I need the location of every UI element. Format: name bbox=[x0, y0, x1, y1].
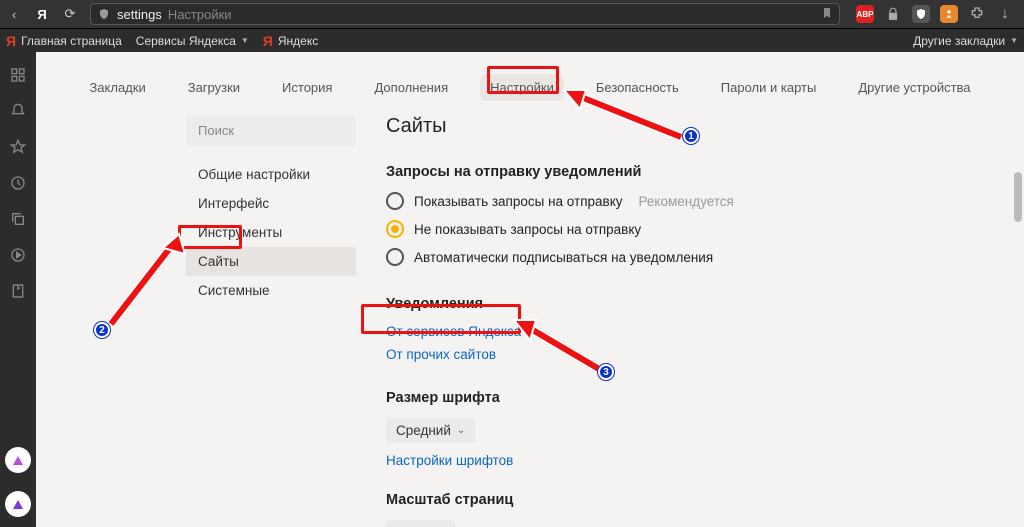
address-bar[interactable]: settings Настройки bbox=[90, 3, 840, 25]
section-notifications: Уведомления bbox=[386, 296, 946, 312]
alice-icon-2[interactable] bbox=[5, 491, 31, 517]
address-prefix: settings bbox=[117, 7, 162, 22]
tab-devices[interactable]: Другие устройства bbox=[848, 74, 980, 101]
tab-settings[interactable]: Настройки bbox=[480, 74, 564, 101]
browser-extensions: ABP ↓ bbox=[846, 5, 1024, 23]
abp-icon[interactable]: ABP bbox=[856, 5, 874, 23]
link-from-yandex[interactable]: От сервисов Яндекса bbox=[386, 324, 946, 339]
section-notif-requests: Запросы на отправку уведомлений bbox=[386, 164, 946, 180]
settings-tabs: Закладки Загрузки История Дополнения Нас… bbox=[36, 52, 1024, 115]
bookmark-home[interactable]: Я Главная страница bbox=[6, 33, 122, 49]
yandex-logo-button[interactable]: Я bbox=[28, 0, 56, 28]
radio-show-requests[interactable]: Показывать запросы на отправку Рекоменду… bbox=[386, 192, 946, 210]
bookmark-icon[interactable] bbox=[821, 6, 833, 23]
annotation-badge-1: 1 bbox=[683, 128, 699, 144]
page-title: Сайты bbox=[386, 115, 946, 138]
play-icon[interactable] bbox=[9, 246, 27, 264]
yandex-y-icon: Я bbox=[263, 33, 273, 49]
address-suffix: Настройки bbox=[168, 7, 232, 22]
radio-auto-subscribe[interactable]: Автоматически подписываться на уведомлен… bbox=[386, 248, 946, 266]
tab-addons[interactable]: Дополнения bbox=[364, 74, 458, 101]
tab-downloads[interactable]: Загрузки bbox=[178, 74, 250, 101]
annotation-badge-3: 3 bbox=[598, 364, 614, 380]
tab-security[interactable]: Безопасность bbox=[586, 74, 689, 101]
bookmark-services[interactable]: Сервисы Яндекса ▼ bbox=[136, 34, 249, 48]
bookmark-bar: Я Главная страница Сервисы Яндекса ▼ Я Я… bbox=[0, 28, 1024, 52]
reload-button[interactable]: ⟳ bbox=[56, 0, 84, 28]
sidebar-item-interface[interactable]: Интерфейс bbox=[186, 189, 356, 218]
chevron-down-icon: ▼ bbox=[241, 36, 249, 45]
sidebar-item-general[interactable]: Общие настройки bbox=[186, 160, 356, 189]
download-icon[interactable]: ↓ bbox=[996, 5, 1014, 23]
link-font-settings[interactable]: Настройки шрифтов bbox=[386, 453, 946, 468]
settings-side-nav: Поиск Общие настройки Интерфейс Инструме… bbox=[186, 115, 356, 527]
bookmark-other[interactable]: Другие закладки ▼ bbox=[913, 34, 1018, 48]
shield-icon bbox=[97, 7, 111, 21]
annotation-badge-2: 2 bbox=[94, 322, 110, 338]
history-icon[interactable] bbox=[9, 174, 27, 192]
page-scale-select[interactable]: 100% ⌄ bbox=[386, 520, 455, 527]
sidebar-item-tools[interactable]: Инструменты bbox=[186, 218, 356, 247]
tab-history[interactable]: История bbox=[272, 74, 342, 101]
chevron-down-icon: ▼ bbox=[1010, 36, 1018, 45]
extensions-icon[interactable] bbox=[968, 5, 986, 23]
radio-icon bbox=[386, 192, 404, 210]
radio-icon-selected bbox=[386, 220, 404, 238]
browser-top-bar: ‹ Я ⟳ settings Настройки ABP ↓ bbox=[0, 0, 1024, 28]
sidebar-item-sites[interactable]: Сайты bbox=[186, 247, 356, 276]
settings-pane: Сайты Запросы на отправку уведомлений По… bbox=[386, 115, 946, 527]
ublock-icon[interactable] bbox=[912, 5, 930, 23]
copy-icon[interactable] bbox=[9, 210, 27, 228]
settings-page: Закладки Загрузки История Дополнения Нас… bbox=[36, 52, 1024, 527]
alice-icon-1[interactable] bbox=[5, 447, 31, 473]
yandex-y-icon: Я bbox=[6, 33, 16, 49]
note-icon[interactable] bbox=[9, 282, 27, 300]
chevron-down-icon: ⌄ bbox=[457, 425, 465, 436]
bookmark-yandex[interactable]: Я Яндекс bbox=[263, 33, 318, 49]
lock-icon[interactable] bbox=[884, 5, 902, 23]
section-page-scale: Масштаб страниц bbox=[386, 492, 946, 508]
tab-passwords[interactable]: Пароли и карты bbox=[711, 74, 827, 101]
browser-sidebar bbox=[0, 52, 36, 527]
link-from-others[interactable]: От прочих сайтов bbox=[386, 347, 946, 362]
search-input[interactable]: Поиск bbox=[186, 115, 356, 146]
back-button[interactable]: ‹ bbox=[0, 0, 28, 28]
bell-icon[interactable] bbox=[9, 102, 27, 120]
scrollbar-thumb[interactable] bbox=[1014, 172, 1022, 222]
grid-icon[interactable] bbox=[9, 66, 27, 84]
tab-bookmarks[interactable]: Закладки bbox=[79, 74, 155, 101]
ok-icon[interactable] bbox=[940, 5, 958, 23]
section-font-size: Размер шрифта bbox=[386, 390, 946, 406]
sidebar-item-system[interactable]: Системные bbox=[186, 276, 356, 305]
radio-icon bbox=[386, 248, 404, 266]
star-icon[interactable] bbox=[9, 138, 27, 156]
font-size-select[interactable]: Средний ⌄ bbox=[386, 418, 475, 443]
radio-hide-requests[interactable]: Не показывать запросы на отправку bbox=[386, 220, 946, 238]
